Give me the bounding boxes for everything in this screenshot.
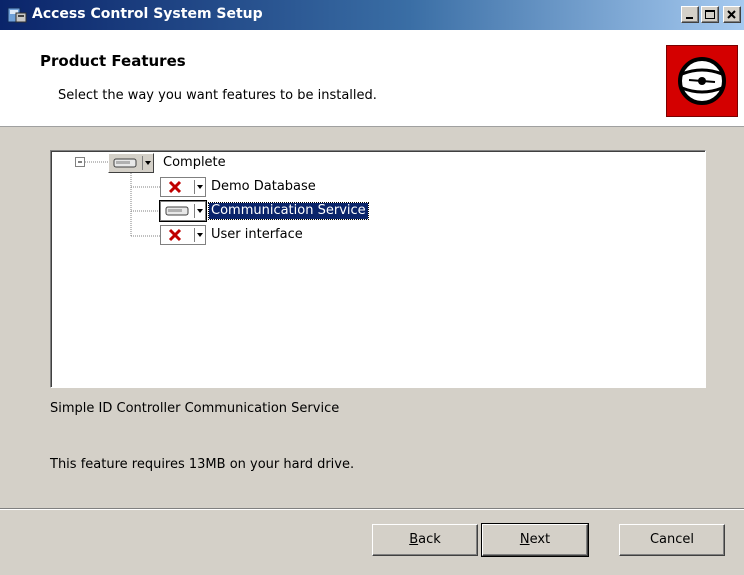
drive-icon xyxy=(165,206,189,216)
chevron-down-icon xyxy=(197,209,203,213)
page-title: Product Features xyxy=(40,52,186,70)
minimize-button[interactable] xyxy=(681,6,699,23)
complete-feature-dropdown[interactable] xyxy=(108,153,154,173)
chevron-down-icon xyxy=(197,185,203,189)
tree-item-communication-service[interactable]: Communication Service xyxy=(208,202,369,220)
x-icon xyxy=(168,228,182,242)
page-subtitle: Select the way you want features to be i… xyxy=(58,88,377,103)
chevron-down-icon xyxy=(197,233,203,237)
installer-icon xyxy=(7,7,27,23)
x-icon xyxy=(168,180,182,194)
demo-database-dropdown[interactable] xyxy=(160,177,206,197)
feature-description: Simple ID Controller Communication Servi… xyxy=(50,401,340,416)
maximize-button[interactable] xyxy=(701,6,719,23)
drive-icon xyxy=(113,158,137,168)
chevron-down-icon xyxy=(145,161,151,165)
feature-tree[interactable]: Complete Demo Database Communication Ser… xyxy=(50,150,706,388)
communication-service-dropdown[interactable] xyxy=(159,200,207,222)
maximize-icon xyxy=(705,10,715,19)
minimize-icon xyxy=(686,17,693,19)
footer-divider xyxy=(0,508,744,510)
window-title: Access Control System Setup xyxy=(32,6,263,22)
feature-requirement: This feature requires 13MB on your hard … xyxy=(50,457,355,472)
title-bar: Access Control System Setup xyxy=(0,0,744,30)
user-interface-dropdown[interactable] xyxy=(160,225,206,245)
back-button[interactable]: Back xyxy=(372,524,478,556)
close-icon xyxy=(727,10,736,19)
cancel-button[interactable]: Cancel xyxy=(619,524,725,556)
header-panel: Product Features Select the way you want… xyxy=(0,30,744,127)
disc-logo-icon xyxy=(678,57,726,105)
next-button[interactable]: Next xyxy=(481,523,589,557)
tree-item-complete[interactable]: Complete xyxy=(161,155,228,171)
brand-logo xyxy=(666,45,738,117)
tree-item-demo-database[interactable]: Demo Database xyxy=(209,179,318,195)
close-button[interactable] xyxy=(723,6,741,23)
tree-item-user-interface[interactable]: User interface xyxy=(209,227,305,243)
